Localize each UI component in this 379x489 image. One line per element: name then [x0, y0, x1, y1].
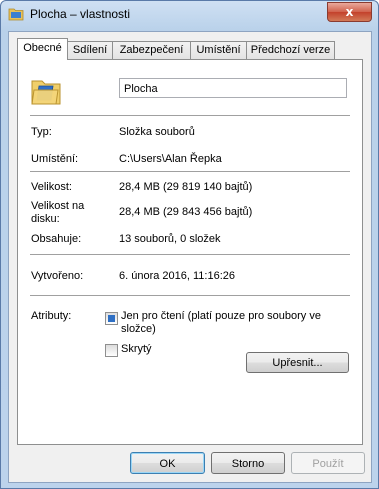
type-label: Typ: — [31, 126, 52, 138]
folder-name-field[interactable]: Plocha — [119, 78, 347, 98]
size-value: 28,4 MB (29 819 140 bajtů) — [119, 181, 253, 193]
created-value: 6. února 2016, 11:16:26 — [119, 270, 236, 282]
contains-value: 13 souborů, 0 složek — [119, 233, 221, 245]
disk-size-value: 28,4 MB (29 843 456 bajtů) — [119, 206, 253, 218]
separator — [30, 295, 350, 296]
hidden-checkbox[interactable] — [105, 344, 118, 357]
location-value: C:\Users\Alan Řepka — [119, 153, 222, 165]
close-button[interactable]: x — [327, 2, 372, 22]
tab-security[interactable]: Zabezpečení — [112, 41, 191, 59]
folder-icon — [31, 80, 61, 105]
general-panel: Plocha Typ: Složka souborů Umístění: C:\… — [17, 59, 363, 445]
separator — [30, 171, 350, 172]
readonly-checkbox[interactable] — [105, 312, 118, 325]
dialog-client: Obecné Sdílení Zabezpečení Umístění Před… — [8, 31, 372, 483]
separator — [30, 254, 350, 255]
tab-general[interactable]: Obecné — [17, 38, 68, 60]
created-label: Vytvořeno: — [31, 270, 84, 282]
attributes-label: Atributy: — [31, 310, 72, 322]
location-label: Umístění: — [31, 153, 79, 165]
type-value: Složka souborů — [119, 126, 195, 138]
properties-window: Plocha – vlastnosti x Obecné Sdílení Zab… — [0, 0, 379, 489]
disk-size-label: Velikost na disku: — [31, 200, 85, 225]
size-label: Velikost: — [31, 181, 72, 193]
ok-button[interactable]: OK — [130, 452, 205, 474]
separator — [30, 115, 350, 116]
tab-location[interactable]: Umístění — [190, 41, 247, 59]
title-bar[interactable]: Plocha – vlastnosti x — [1, 1, 378, 29]
contains-label: Obsahuje: — [31, 233, 82, 245]
tab-previous-versions[interactable]: Předchozí verze — [246, 41, 335, 59]
window-title: Plocha – vlastnosti — [30, 7, 131, 21]
folder-icon — [8, 8, 24, 21]
apply-button[interactable]: Použít — [291, 452, 365, 474]
cancel-button[interactable]: Storno — [211, 452, 285, 474]
readonly-label[interactable]: Jen pro čtení (platí pouze pro soubory v… — [121, 310, 341, 336]
tab-sharing[interactable]: Sdílení — [67, 41, 113, 59]
advanced-button[interactable]: Upřesnit... — [246, 352, 349, 373]
